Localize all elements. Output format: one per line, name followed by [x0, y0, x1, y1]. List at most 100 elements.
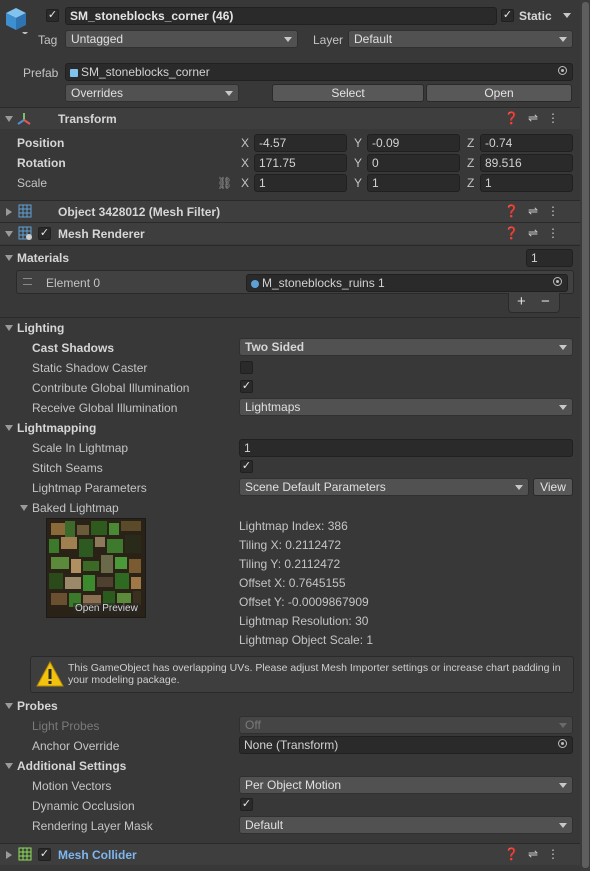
presets-icon[interactable]: ⇌ — [528, 111, 547, 125]
gameobject-name-field[interactable]: SM_stoneblocks_corner (46) — [65, 7, 497, 25]
stitch-seams-checkbox[interactable]: ✓ — [240, 460, 253, 473]
help-icon[interactable]: ❓ — [504, 111, 528, 125]
lightmapping-foldout-icon[interactable] — [5, 425, 13, 431]
open-button[interactable]: Open — [426, 84, 572, 102]
additional-settings-foldout-icon[interactable] — [5, 763, 13, 769]
scale-y-axis: Y — [354, 176, 363, 190]
constrain-proportions-icon[interactable]: ⛓ — [217, 176, 232, 190]
prefab-label: Prefab — [23, 66, 59, 80]
rotation-x-field[interactable]: 171.75 — [254, 154, 347, 172]
chevron-down-icon — [284, 37, 292, 42]
scale-x-field[interactable]: 1 — [254, 174, 347, 192]
element0-value: M_stoneblocks_ruins 1 — [262, 276, 385, 290]
tag-label: Tag — [38, 33, 58, 47]
open-preview-label[interactable]: Open Preview — [73, 603, 140, 614]
element0-material-field[interactable]: M_stoneblocks_ruins 1 — [246, 274, 568, 292]
position-y-field[interactable]: -0.09 — [367, 134, 460, 152]
more-menu-icon[interactable]: ⋮ — [547, 847, 568, 861]
scale-in-lightmap-field[interactable]: 1 — [239, 439, 573, 457]
foldout-arrow-icon[interactable] — [5, 231, 13, 237]
mesh-collider-enabled-checkbox[interactable]: ✓ — [38, 848, 51, 861]
rendering-layer-mask-dropdown[interactable]: Default — [239, 816, 573, 834]
dynamic-occlusion-checkbox[interactable]: ✓ — [240, 798, 253, 811]
cast-shadows-dropdown[interactable]: Two Sided — [239, 338, 573, 356]
rendering-layer-mask-value: Default — [245, 818, 284, 832]
inspector-scrollbar[interactable] — [580, 0, 590, 871]
position-z-field[interactable]: -0.74 — [480, 134, 573, 152]
lighting-foldout-icon[interactable] — [5, 325, 13, 331]
static-checkbox[interactable]: ✓ — [501, 9, 514, 22]
chevron-down-icon — [559, 405, 567, 410]
chevron-down-icon — [225, 91, 233, 96]
prefab-field[interactable]: SM_stoneblocks_corner — [65, 63, 573, 81]
position-x-field[interactable]: -4.57 — [254, 134, 347, 152]
object-picker-icon[interactable] — [558, 739, 567, 748]
help-icon[interactable]: ❓ — [504, 847, 528, 861]
mesh-renderer-enabled-checkbox[interactable]: ✓ — [38, 227, 51, 240]
mesh-renderer-header[interactable]: ✓ Mesh Renderer ❓⇌⋮ — [0, 222, 580, 244]
scrollbar-thumb[interactable] — [582, 2, 589, 868]
anchor-override-field[interactable]: None (Transform) — [239, 736, 573, 754]
receive-gi-dropdown[interactable]: Lightmaps — [239, 398, 573, 416]
mesh-collider-header[interactable]: ✓ Mesh Collider ❓⇌⋮ — [0, 843, 580, 865]
lightmap-parameters-dropdown[interactable]: Scene Default Parameters — [239, 478, 529, 496]
static-label: Static — [519, 9, 552, 23]
divider — [0, 245, 580, 246]
scale-y-field[interactable]: 1 — [367, 174, 460, 192]
add-element-button[interactable]: + — [517, 293, 526, 310]
rotation-z-field[interactable]: 89.516 — [480, 154, 573, 172]
position-label: Position — [17, 136, 65, 150]
gameobject-icon[interactable] — [4, 6, 28, 35]
drag-handle-icon[interactable] — [23, 278, 32, 285]
help-icon[interactable]: ❓ — [504, 226, 528, 240]
more-menu-icon[interactable]: ⋮ — [547, 204, 568, 218]
presets-icon[interactable]: ⇌ — [528, 847, 547, 861]
baked-lightmap-label: Baked Lightmap — [32, 501, 119, 515]
rotation-y-field[interactable]: 0 — [367, 154, 460, 172]
foldout-arrow-icon[interactable] — [6, 208, 12, 216]
component-header-icons[interactable]: ❓⇌⋮ — [504, 847, 568, 861]
more-menu-icon[interactable]: ⋮ — [547, 226, 568, 240]
foldout-arrow-icon[interactable] — [5, 116, 13, 122]
chevron-down-icon — [559, 723, 567, 728]
light-probes-dropdown: Off — [239, 716, 573, 734]
presets-icon[interactable]: ⇌ — [528, 226, 547, 240]
select-button[interactable]: Select — [272, 84, 424, 102]
mesh-renderer-icon — [18, 226, 32, 243]
contribute-gi-checkbox[interactable]: ✓ — [240, 380, 253, 393]
presets-icon[interactable]: ⇌ — [528, 204, 547, 218]
materials-count-field[interactable]: 1 — [526, 249, 573, 267]
help-icon[interactable]: ❓ — [504, 204, 528, 218]
layer-dropdown[interactable]: Default — [348, 30, 573, 48]
component-header-icons[interactable]: ❓⇌⋮ — [504, 226, 568, 240]
foldout-arrow-icon[interactable] — [6, 851, 12, 859]
component-header-icons[interactable]: ❓⇌⋮ — [504, 111, 568, 125]
lightmap-preview[interactable]: Open Preview — [46, 518, 146, 618]
static-shadow-caster-checkbox[interactable] — [240, 361, 253, 374]
lightmap-resolution: Lightmap Resolution: 30 — [239, 614, 369, 628]
probes-foldout-icon[interactable] — [5, 703, 13, 709]
gameobject-active-checkbox[interactable]: ✓ — [46, 9, 59, 22]
object-picker-icon[interactable] — [553, 277, 562, 286]
lightmap-index: Lightmap Index: 386 — [239, 519, 348, 533]
materials-foldout-icon[interactable] — [5, 255, 13, 261]
static-dropdown-icon[interactable] — [563, 13, 571, 18]
mesh-filter-header[interactable]: Object 3428012 (Mesh Filter) ❓⇌⋮ — [0, 200, 580, 222]
remove-element-button[interactable]: − — [541, 293, 550, 310]
chevron-down-icon — [559, 783, 567, 788]
offset-x: Offset X: 0.7645155 — [239, 576, 346, 590]
tag-dropdown[interactable]: Untagged — [65, 30, 298, 48]
motion-vectors-value: Per Object Motion — [245, 778, 342, 792]
view-button[interactable]: View — [533, 478, 573, 496]
more-menu-icon[interactable]: ⋮ — [547, 111, 568, 125]
rotation-z-axis: Z — [467, 156, 475, 170]
overrides-dropdown[interactable]: Overrides — [65, 84, 239, 102]
object-picker-icon[interactable] — [558, 66, 567, 75]
transform-header[interactable]: Transform ❓⇌⋮ — [0, 107, 580, 129]
scale-z-axis: Z — [467, 176, 475, 190]
motion-vectors-dropdown[interactable]: Per Object Motion — [239, 776, 573, 794]
component-header-icons[interactable]: ❓⇌⋮ — [504, 204, 568, 218]
baked-lightmap-foldout-icon[interactable] — [20, 505, 28, 511]
scale-z-field[interactable]: 1 — [480, 174, 573, 192]
warning-text: This GameObject has overlapping UVs. Ple… — [68, 662, 561, 686]
